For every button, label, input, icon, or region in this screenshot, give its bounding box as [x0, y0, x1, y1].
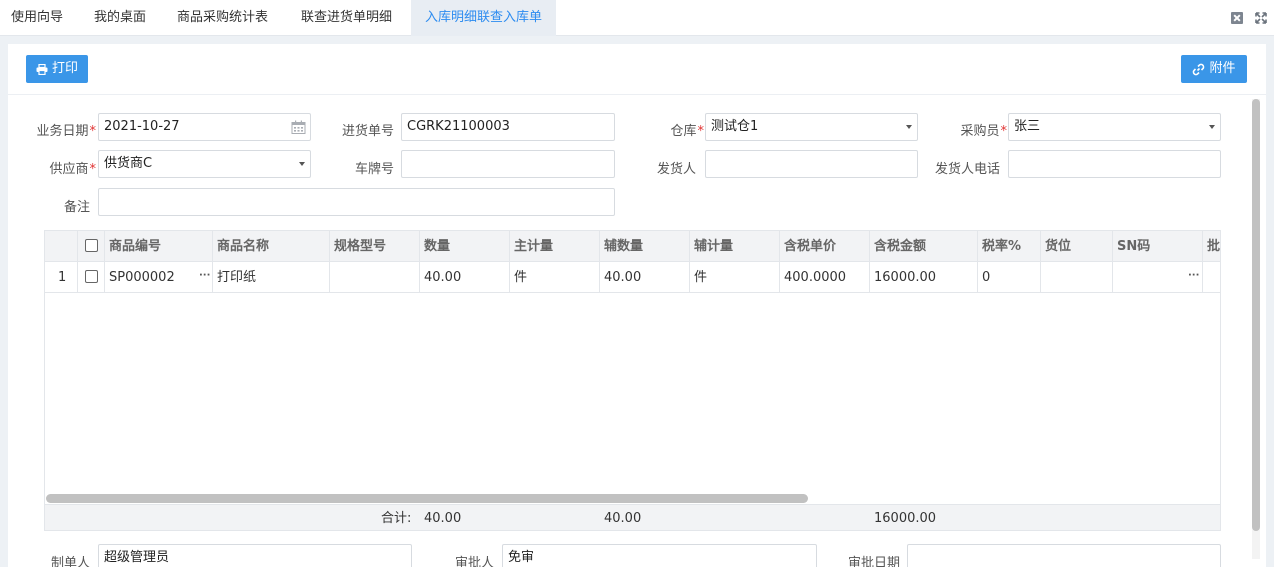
row-number-header [45, 231, 78, 262]
cell-sn[interactable]: ··· [1113, 262, 1203, 293]
maker-label: 制单人 [50, 556, 90, 567]
tab-inbound-order[interactable]: 入库明细联查入库单 [411, 0, 557, 36]
remark-label: 备注 [63, 200, 90, 215]
approver-label: 审批人 [454, 556, 494, 567]
column-header[interactable]: 主计量 [510, 231, 600, 262]
column-header[interactable]: 批 [1203, 231, 1220, 262]
attachment-label: 附件 [1209, 61, 1236, 76]
totals-label: 合计: [381, 511, 412, 526]
purchaser-label: 采购员* [960, 124, 1007, 139]
more-icon[interactable]: ··· [1188, 271, 1199, 281]
column-header[interactable]: 货位 [1041, 231, 1113, 262]
printer-icon [36, 63, 48, 75]
document-panel: 打印 附件 业务日期* 2021-10-27 进货单号 CGRK21100003… [8, 44, 1266, 567]
column-header[interactable]: 含税金额 [870, 231, 978, 262]
plate-no-field[interactable] [401, 150, 615, 178]
calendar-icon[interactable] [291, 119, 306, 140]
chevron-down-icon [1209, 125, 1215, 129]
business-date-label: 业务日期* [36, 124, 96, 139]
purchaser-select[interactable]: 张三 [1008, 113, 1221, 141]
cell-location[interactable] [1041, 262, 1113, 293]
total-quantity: 40.00 [424, 511, 462, 526]
tab-guide[interactable]: 使用向导 [11, 0, 63, 36]
total-amount: 16000.00 [874, 511, 937, 526]
cell-unit[interactable]: 件 [510, 262, 600, 293]
column-header[interactable]: 商品编号 [105, 231, 213, 262]
close-box-icon[interactable] [1231, 12, 1243, 24]
maker-field[interactable]: 超级管理员 [98, 544, 412, 567]
approve-date-field[interactable] [907, 544, 1221, 567]
cell-amount[interactable]: 16000.00 [870, 262, 978, 293]
chevron-down-icon [299, 162, 305, 166]
cell-unit-price[interactable]: 400.0000 [780, 262, 870, 293]
shipper-phone-field[interactable] [1008, 150, 1221, 178]
more-icon[interactable]: ··· [199, 271, 210, 281]
vertical-scrollbar-thumb[interactable] [1252, 99, 1260, 531]
row-number: 1 [45, 262, 78, 293]
cell-product-code[interactable]: SP000002 ··· [105, 262, 213, 293]
warehouse-select[interactable]: 测试仓1 [705, 113, 918, 141]
items-grid: 商品编号 商品名称 规格型号 数量 主计量 辅数量 辅计量 含税单价 含税金额 … [44, 230, 1221, 531]
warehouse-label: 仓库* [670, 124, 704, 139]
column-header[interactable]: 税率% [978, 231, 1041, 262]
print-button[interactable]: 打印 [26, 55, 88, 83]
tab-bar: 使用向导 我的桌面 商品采购统计表 联查进货单明细 入库明细联查入库单 [0, 0, 1274, 36]
cell-quantity[interactable]: 40.00 [420, 262, 510, 293]
supplier-label: 供应商* [49, 162, 96, 177]
cell-aux-quantity[interactable]: 40.00 [600, 262, 690, 293]
approver-field[interactable]: 免审 [502, 544, 817, 567]
column-header[interactable]: 规格型号 [330, 231, 420, 262]
chevron-down-icon [906, 125, 912, 129]
print-label: 打印 [51, 61, 78, 76]
link-icon [1192, 63, 1205, 76]
cell-spec[interactable] [330, 262, 420, 293]
column-header[interactable]: 辅数量 [600, 231, 690, 262]
business-date-field[interactable]: 2021-10-27 [98, 113, 311, 141]
shipper-phone-label: 发货人电话 [934, 162, 1000, 177]
remark-field[interactable] [98, 188, 615, 216]
table-row[interactable]: 1 SP000002 ··· 打印纸 40.00 件 40.00 件 400.00… [45, 262, 1220, 293]
tab-purchase-stats[interactable]: 商品采购统计表 [177, 0, 268, 36]
select-all-checkbox[interactable] [78, 231, 105, 262]
column-header[interactable]: 含税单价 [780, 231, 870, 262]
shipper-field[interactable] [705, 150, 918, 178]
grid-footer-totals: 合计: 40.00 40.00 16000.00 [45, 504, 1220, 530]
tab-purchase-detail[interactable]: 联查进货单明细 [301, 0, 392, 36]
plate-no-label: 车牌号 [354, 162, 394, 177]
cell-product-name[interactable]: 打印纸 [213, 262, 330, 293]
tab-my-desktop[interactable]: 我的桌面 [94, 0, 146, 36]
fullscreen-icon[interactable] [1255, 12, 1267, 24]
row-checkbox[interactable] [78, 262, 105, 293]
purchase-no-field[interactable]: CGRK21100003 [401, 113, 615, 141]
cell-batch[interactable] [1203, 262, 1220, 293]
column-header[interactable]: 商品名称 [213, 231, 330, 262]
column-header[interactable]: 辅计量 [690, 231, 780, 262]
horizontal-scrollbar-thumb[interactable] [46, 494, 808, 503]
cell-aux-unit[interactable]: 件 [690, 262, 780, 293]
attachment-button[interactable]: 附件 [1181, 55, 1247, 83]
toolbar: 打印 附件 [8, 44, 1266, 95]
column-header[interactable]: SN码 [1113, 231, 1203, 262]
approve-date-label: 审批日期 [847, 556, 900, 567]
cell-tax-rate[interactable]: 0 [978, 262, 1041, 293]
purchase-no-label: 进货单号 [341, 124, 394, 139]
total-aux-quantity: 40.00 [604, 511, 642, 526]
column-header[interactable]: 数量 [420, 231, 510, 262]
grid-header: 商品编号 商品名称 规格型号 数量 主计量 辅数量 辅计量 含税单价 含税金额 … [45, 231, 1220, 262]
shipper-label: 发货人 [656, 162, 696, 177]
supplier-select[interactable]: 供货商C [98, 150, 311, 178]
